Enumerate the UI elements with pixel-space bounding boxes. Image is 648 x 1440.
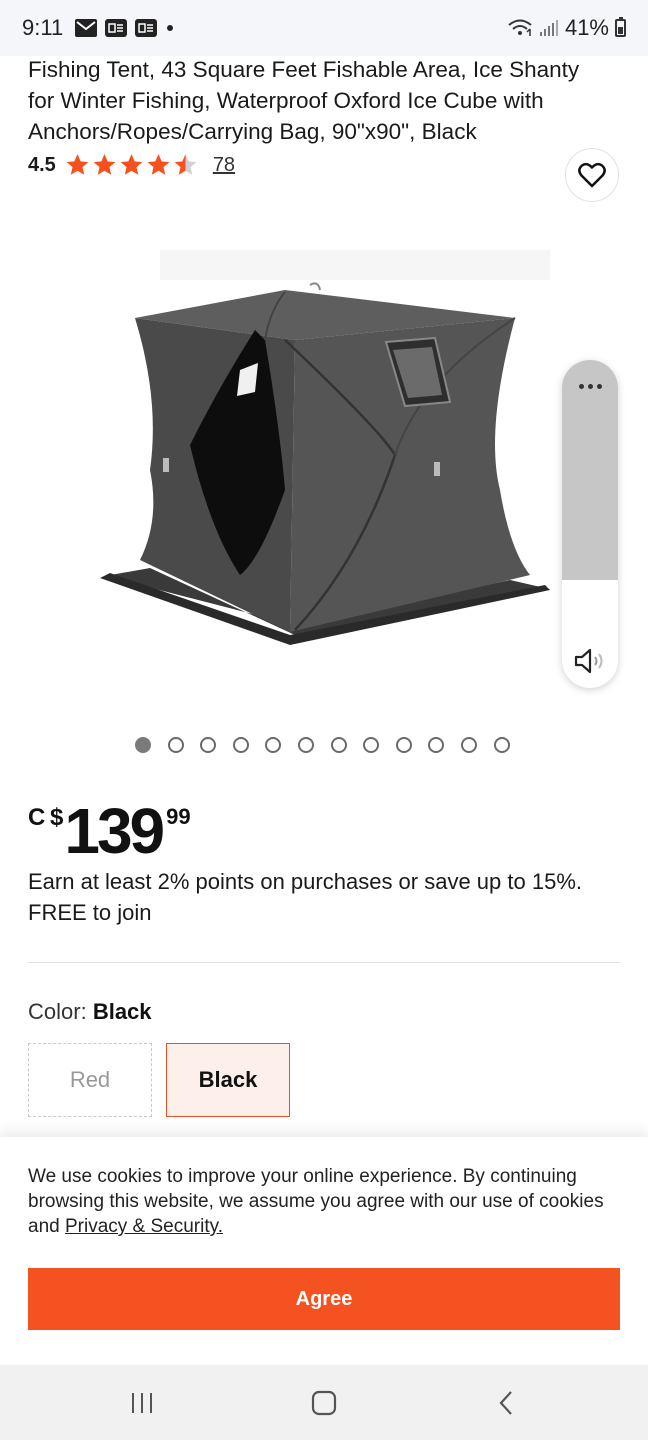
volume-icon[interactable] <box>573 646 607 676</box>
volume-panel[interactable] <box>562 360 618 688</box>
gallery-dot[interactable] <box>200 737 217 753</box>
divider <box>28 962 620 963</box>
gallery-dot[interactable] <box>167 737 184 753</box>
status-time: 9:11 <box>22 15 64 40</box>
gallery-dot[interactable] <box>395 737 412 753</box>
color-label-text: Color: <box>28 999 87 1024</box>
privacy-security-link[interactable]: Privacy & Security. <box>65 1216 223 1237</box>
price: C $ 139 99 <box>28 796 191 866</box>
recent-apps-icon[interactable] <box>122 1387 162 1419</box>
signal-icon <box>539 19 559 37</box>
star-icon <box>93 154 116 175</box>
status-bar: 9:11 41% <box>0 0 648 56</box>
product-image[interactable] <box>90 230 560 660</box>
rating-value: 4.5 <box>28 153 56 176</box>
price-dollars: 139 <box>64 795 165 867</box>
cookie-text: We use cookies to improve your online ex… <box>28 1164 628 1239</box>
color-selected-value: Black <box>92 999 152 1024</box>
heart-icon <box>578 162 606 188</box>
agree-button[interactable]: Agree <box>28 1268 620 1330</box>
gallery-dot[interactable] <box>428 737 445 753</box>
home-icon[interactable] <box>304 1387 344 1419</box>
price-cents: 99 <box>166 804 191 829</box>
system-nav-bar <box>0 1365 648 1440</box>
wishlist-button[interactable] <box>565 148 619 202</box>
gallery-dot[interactable] <box>460 737 477 753</box>
dot-icon <box>165 23 175 33</box>
app-badge-icon <box>135 19 158 37</box>
review-count-link[interactable]: 78 <box>213 154 235 177</box>
color-option-red[interactable]: Red <box>28 1043 152 1117</box>
price-currency: C $ <box>28 804 63 831</box>
gallery-pagination <box>135 737 510 753</box>
rating-stars <box>64 152 199 178</box>
star-icon <box>147 154 170 175</box>
battery-icon <box>615 17 626 37</box>
gallery-dot[interactable] <box>493 737 510 753</box>
rating-row[interactable]: 4.5 78 <box>28 152 235 178</box>
star-icon <box>66 154 89 175</box>
gallery-dot[interactable] <box>297 737 314 753</box>
half-star-icon <box>174 154 197 175</box>
battery-percent: 41% <box>564 15 609 40</box>
gallery-dot[interactable] <box>232 737 249 753</box>
gallery-dot[interactable] <box>135 737 151 753</box>
star-icon <box>120 154 143 175</box>
product-title: Fishing Tent, 43 Square Feet Fishable Ar… <box>28 57 580 144</box>
gallery-dot[interactable] <box>265 737 282 753</box>
wifi-icon <box>507 18 533 38</box>
gallery-dot[interactable] <box>330 737 347 753</box>
color-label: Color: Black <box>28 999 152 1025</box>
app-badge-icon <box>105 19 128 37</box>
mail-icon <box>75 19 98 37</box>
more-options-icon[interactable] <box>562 374 618 398</box>
cookie-banner: We use cookies to improve your online ex… <box>0 1137 648 1365</box>
back-icon[interactable] <box>486 1387 526 1419</box>
gallery-dot[interactable] <box>363 737 380 753</box>
color-option-black[interactable]: Black <box>166 1043 290 1117</box>
points-promo-text: Earn at least 2% points on purchases or … <box>28 869 582 925</box>
